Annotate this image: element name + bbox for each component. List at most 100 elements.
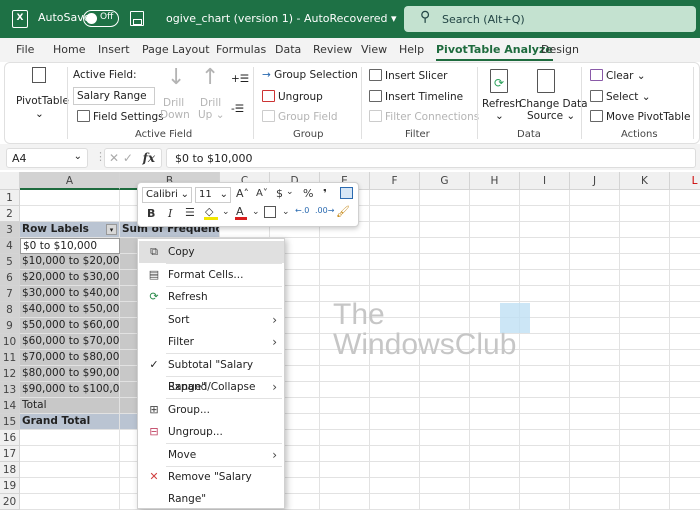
cell-i7[interactable] [520,286,570,302]
cell-f16[interactable] [370,430,420,446]
cell-g18[interactable] [420,462,470,478]
change-data-source-label-2[interactable]: Source ⌄ [527,110,575,122]
cell-l3[interactable] [670,222,700,238]
cell-f4[interactable] [370,238,420,254]
cell-e14[interactable] [320,398,370,414]
cell-g4[interactable] [420,238,470,254]
comma-style-icon[interactable]: ❜ [323,187,327,200]
cell-f1[interactable] [370,190,420,206]
cell-j8[interactable] [570,302,620,318]
cell-k12[interactable] [620,366,670,382]
chevron-down-icon[interactable]: ⌄ [282,207,290,217]
cell-e20[interactable] [320,494,370,510]
cell-j9[interactable] [570,318,620,334]
cell-g15[interactable] [420,414,470,430]
filter-connections-button[interactable]: Filter Connections [369,110,479,123]
cell-l12[interactable] [670,366,700,382]
save-icon[interactable] [130,11,144,26]
insert-slicer-button[interactable]: Insert Slicer [369,69,448,82]
cell-k6[interactable] [620,270,670,286]
cell-i2[interactable] [520,206,570,222]
cell-f15[interactable] [370,414,420,430]
cell-f19[interactable] [370,478,420,494]
search-box[interactable]: ⚲ Search (Alt+Q) [404,6,696,32]
change-data-source-button[interactable]: Change Data [519,98,588,110]
cell-k11[interactable] [620,350,670,366]
chevron-down-icon[interactable]: ⌄ [74,151,82,162]
row-header-6[interactable]: 6 [0,270,20,286]
chevron-down-icon[interactable]: ⌄ [286,187,294,197]
cell-g2[interactable] [420,206,470,222]
cell-l17[interactable] [670,446,700,462]
cell-f6[interactable] [370,270,420,286]
cell-e18[interactable] [320,462,370,478]
cell-a18[interactable] [20,462,120,478]
cell-f12[interactable] [370,366,420,382]
cell-a2[interactable] [20,206,120,222]
cell-k20[interactable] [620,494,670,510]
insert-function-icon[interactable]: fx [143,151,155,165]
cell-a15[interactable]: Grand Total [20,414,120,430]
clear-button[interactable]: Clear ⌄ [590,69,646,82]
increase-font-size-icon[interactable]: A˄ [236,187,249,200]
cell-j19[interactable] [570,478,620,494]
currency-format-icon[interactable]: $ [276,187,283,200]
cell-a20[interactable] [20,494,120,510]
cell-j16[interactable] [570,430,620,446]
cell-i4[interactable] [520,238,570,254]
percent-style-icon[interactable]: % [303,187,313,200]
expand-field-icon[interactable]: +☰ [231,73,249,85]
menu-item-group[interactable]: ⊞ Group... [139,399,284,421]
chevron-down-icon[interactable]: ⌄ [35,108,44,120]
autosave-toggle[interactable]: Off [83,10,119,27]
cell-e15[interactable] [320,414,370,430]
cell-k8[interactable] [620,302,670,318]
cell-l11[interactable] [670,350,700,366]
cell-a11[interactable]: $70,000 to $80,000 [20,350,120,366]
cell-i6[interactable] [520,270,570,286]
cell-j13[interactable] [570,382,620,398]
decrease-font-size-icon[interactable]: A˅ [256,188,268,199]
column-header-a[interactable]: A [20,172,120,190]
row-header-12[interactable]: 12 [0,366,20,382]
cell-j6[interactable] [570,270,620,286]
tab-formulas[interactable]: Formulas [216,43,266,56]
formula-input[interactable]: $0 to $10,000 [166,148,696,168]
cell-h18[interactable] [470,462,520,478]
cell-a9[interactable]: $50,000 to $60,000 [20,318,120,334]
row-header-13[interactable]: 13 [0,382,20,398]
cell-h3[interactable] [470,222,520,238]
cell-a19[interactable] [20,478,120,494]
cell-i11[interactable] [520,350,570,366]
cell-g19[interactable] [420,478,470,494]
cell-g12[interactable] [420,366,470,382]
cell-l19[interactable] [670,478,700,494]
cell-g14[interactable] [420,398,470,414]
menu-item-remove-salary-range[interactable]: ✕ Remove "Salary Range" [139,466,284,506]
group-selection-button[interactable]: → Group Selection [262,69,358,81]
cell-k9[interactable] [620,318,670,334]
row-header-5[interactable]: 5 [0,254,20,270]
chevron-down-icon[interactable]: ⌄ [222,207,230,217]
cell-e19[interactable] [320,478,370,494]
cell-j1[interactable] [570,190,620,206]
cell-k10[interactable] [620,334,670,350]
cell-a4[interactable]: $0 to $10,000 [20,238,120,254]
cell-l7[interactable] [670,286,700,302]
merge-center-icon[interactable] [340,187,353,199]
row-header-8[interactable]: 8 [0,302,20,318]
cell-i10[interactable] [520,334,570,350]
cell-k7[interactable] [620,286,670,302]
cell-a6[interactable]: $20,000 to $30,000 [20,270,120,286]
font-color-icon[interactable]: A [235,205,247,220]
menu-item-format-cells[interactable]: ▤ Format Cells... [139,264,284,286]
cell-j7[interactable] [570,286,620,302]
cell-j20[interactable] [570,494,620,510]
cell-a3[interactable]: Row Labels ▾ [20,222,120,238]
cell-a17[interactable] [20,446,120,462]
tab-view[interactable]: View [361,43,387,56]
bold-icon[interactable]: B [147,207,155,220]
increase-decimal-icon[interactable]: ←.0 [295,206,309,215]
column-header-k[interactable]: K [620,172,670,190]
column-header-i[interactable]: I [520,172,570,190]
